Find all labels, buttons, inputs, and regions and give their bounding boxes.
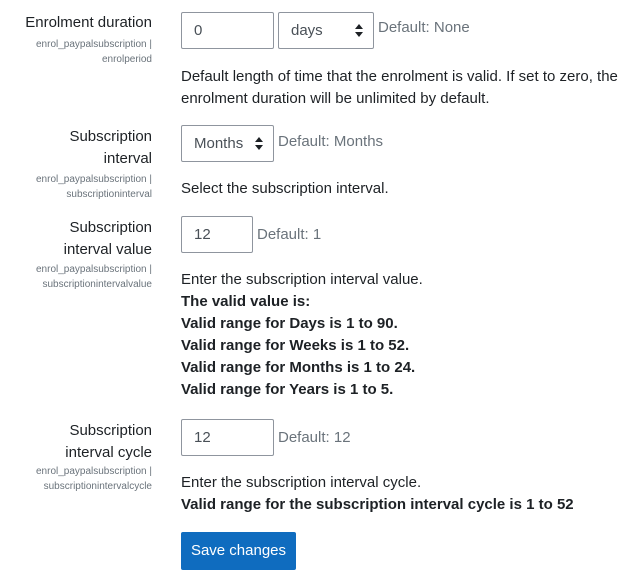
select-value: days: [291, 22, 323, 39]
subscription-interval-value-setting-name: enrol_paypalsubscription | subscriptioni…: [0, 262, 152, 292]
subscription-interval-value-description: Enter the subscription interval value. T…: [181, 269, 631, 401]
valid-range-months: Valid range for Months is 1 to 24.: [181, 359, 416, 376]
subscription-interval-setting-name: enrol_paypalsubscription | subscriptioni…: [0, 172, 152, 202]
sort-caret-icon: [255, 137, 263, 150]
label-line: Subscription: [69, 128, 152, 145]
setting-line: subscriptionintervalcycle: [43, 481, 152, 492]
setting-line: enrol_paypalsubscription |: [35, 264, 152, 275]
save-changes-button[interactable]: Save changes: [181, 532, 296, 570]
enrolment-duration-setting-name: enrol_paypalsubscription | enrolperiod: [0, 37, 152, 67]
sort-caret-icon: [355, 24, 363, 37]
subscription-interval-cycle-input[interactable]: 12: [181, 419, 274, 456]
setting-line: subscriptionintervalvalue: [42, 279, 152, 290]
setting-line: enrol_paypalsubscription |: [35, 174, 152, 185]
subscription-interval-default: Default: Months: [278, 133, 384, 150]
subscription-interval-value-default: Default: 1: [257, 226, 322, 243]
valid-range-weeks: Valid range for Weeks is 1 to 52.: [181, 337, 410, 354]
subscription-interval-select[interactable]: Months: [181, 125, 274, 162]
valid-range-days: Valid range for Days is 1 to 90.: [181, 315, 398, 332]
enrolment-duration-description: Default length of time that the enrolmen…: [181, 66, 631, 110]
subscription-interval-cycle-description: Enter the subscription interval cycle. V…: [181, 472, 631, 516]
enrolment-duration-label: Enrolment duration: [25, 14, 152, 31]
enrolment-duration-input[interactable]: 0: [181, 12, 274, 49]
setting-line: enrolperiod: [101, 54, 152, 65]
label-line: interval cycle: [65, 444, 152, 461]
subscription-interval-label: Subscription interval: [0, 126, 152, 170]
description-line: Default length of time that the enrolmen…: [181, 68, 618, 85]
subscription-interval-cycle-setting-name: enrol_paypalsubscription | subscriptioni…: [0, 464, 152, 494]
valid-range-years: Valid range for Years is 1 to 5.: [181, 381, 394, 398]
subscription-interval-cycle-default: Default: 12: [278, 429, 351, 446]
select-value: Months: [194, 135, 244, 152]
enrolment-duration-unit-select[interactable]: days: [278, 12, 374, 49]
subscription-interval-value-label: Subscription interval value: [0, 217, 152, 261]
valid-value-heading: The valid value is:: [181, 293, 311, 310]
label-line: Subscription: [69, 219, 152, 236]
description-line: enrolment duration will be unlimited by …: [181, 90, 490, 107]
setting-line: enrol_paypalsubscription |: [35, 466, 152, 477]
enrolment-duration-default: Default: None: [378, 19, 470, 36]
setting-line: subscriptioninterval: [66, 189, 152, 200]
valid-range-cycle: Valid range for the subscription interva…: [181, 496, 574, 513]
description-line: Enter the subscription interval value.: [181, 271, 423, 288]
label-line: interval: [103, 150, 152, 167]
setting-line: enrol_paypalsubscription |: [35, 39, 152, 50]
description-line: Enter the subscription interval cycle.: [181, 474, 422, 491]
label-line: interval value: [63, 241, 152, 258]
subscription-interval-value-input[interactable]: 12: [181, 216, 253, 253]
subscription-interval-cycle-label: Subscription interval cycle: [0, 420, 152, 464]
subscription-interval-description: Select the subscription interval.: [181, 180, 389, 197]
label-line: Subscription: [69, 422, 152, 439]
